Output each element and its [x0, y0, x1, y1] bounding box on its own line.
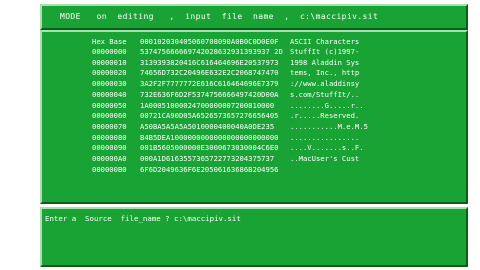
row-offset: 00000090	[92, 143, 127, 153]
row-offset: 00000070	[92, 121, 127, 131]
row-offset: 00000010	[92, 57, 127, 67]
row-ascii: ................	[290, 132, 360, 142]
status-bar: MODE on editing , input file name , c:\m…	[40, 4, 468, 30]
row-offset: 00000040	[92, 89, 127, 99]
row-hex: 732E636F6D2F5374756666497420D00A	[140, 89, 279, 99]
row-offset: 000000B0	[92, 164, 127, 174]
row-hex: 6F6D2049636F6E20506163686B204956	[140, 164, 279, 174]
status-text: MODE on editing , input file name , c:\m…	[60, 12, 379, 21]
input-panel[interactable]: Enter a Source file_name ? c:\maccipiv.s…	[40, 207, 468, 267]
row-hex: 537475666669742028632931393937 2D	[140, 47, 283, 56]
source-filename-prompt[interactable]: Enter a Source file_name ? c:\maccipiv.s…	[45, 214, 241, 223]
row-ascii: ...........M.e.M.5	[290, 121, 368, 131]
row-offset: 00000050	[92, 100, 127, 110]
row-hex: 00721CA90D05A6526573657276656405	[140, 111, 279, 121]
ascii-header: ASCII Characters	[290, 37, 360, 46]
row-hex: B4B5DEA1000000000000000000000000	[140, 132, 279, 142]
hex-header: 000102030405060708090A0B0C0D0E0F	[140, 37, 279, 46]
row-hex: 1A00051000024700000007200810000	[140, 100, 275, 110]
row-hex: 3A2F2F7777772E616C616464696E7379	[140, 79, 279, 89]
row-offset: 000000A0	[92, 154, 127, 163]
row-offset: 00000060	[92, 111, 127, 121]
row-ascii: 1998 Aladdin Sys	[290, 57, 360, 67]
row-ascii: ....V.......s..F.	[290, 143, 364, 153]
row-hex: 74656D732C20496E632E2C2068747470	[140, 68, 279, 78]
row-offset: 00000020	[92, 68, 127, 78]
row-ascii: ..MacUser's Cust	[290, 154, 360, 163]
row-hex: 000A1D6163557365722773204375737	[140, 154, 275, 163]
row-hex: A50BA5A5A5A5010000400040A0DE235	[140, 121, 275, 131]
row-ascii: s.com/StuffIt/..	[290, 89, 360, 99]
row-hex: 3139393820416C616464696E20537973	[140, 57, 279, 67]
row-ascii: ://www.aladdinsy	[290, 79, 360, 89]
offset-header: Hex Base	[92, 37, 127, 46]
hex-view-panel: Hex Base 000102030405060708090A0B0C0D0E0…	[40, 30, 468, 204]
row-ascii: ........G.....r..	[290, 100, 364, 110]
row-offset: 00000030	[92, 79, 127, 89]
row-hex: 001B5605000000E3000673030004C6E0	[140, 143, 279, 153]
row-ascii: StuffIt (c)1997-	[290, 47, 360, 56]
row-ascii: .r.....Reserved.	[290, 111, 360, 121]
row-ascii: tems, Inc., http	[290, 68, 360, 78]
row-offset: 00000000	[92, 47, 127, 56]
row-offset: 00000080	[92, 132, 127, 142]
